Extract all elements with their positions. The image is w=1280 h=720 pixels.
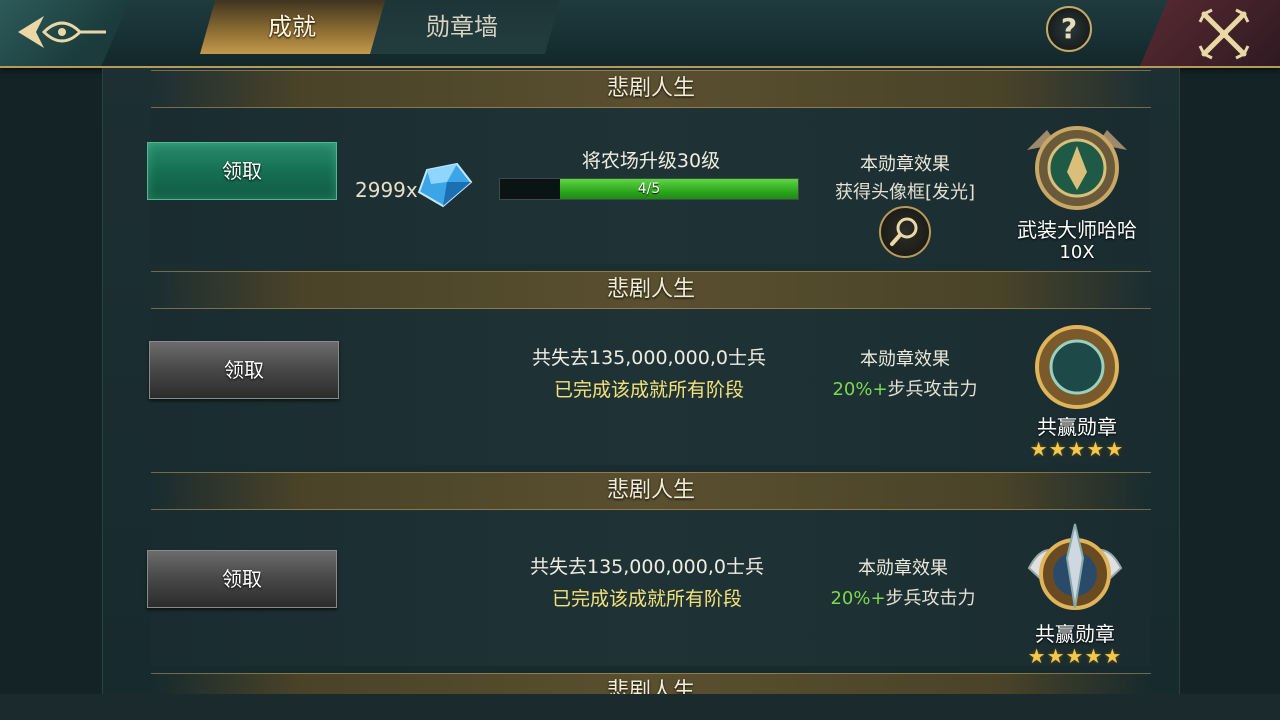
- top-bar: 成就 勋章墙 ?: [0, 0, 1280, 68]
- effect-stat: 步兵攻击力: [885, 588, 976, 609]
- star-rating: ★★★★★: [1029, 437, 1125, 461]
- effect-title: 本勋章效果: [860, 154, 950, 175]
- effect-description: 20%+步兵攻击力: [813, 584, 993, 610]
- blue-gem-icon: [417, 162, 473, 208]
- achievement-row: 领取 共失去135,000,000,0士兵 已完成该成就所有阶段 本勋章效果 2…: [149, 309, 1151, 465]
- section-banner: 悲剧人生: [151, 271, 1151, 309]
- effect-stat: 步兵攻击力: [887, 379, 978, 400]
- tab-achievements-label: 成就: [268, 13, 316, 41]
- preview-button[interactable]: [879, 206, 931, 258]
- effect-value: 20%+: [830, 588, 886, 609]
- medal-count: 10X: [1059, 242, 1095, 263]
- claim-button[interactable]: 领取: [147, 142, 337, 200]
- close-icon: [1198, 8, 1250, 60]
- achievement-task: 将农场升级30级: [581, 150, 721, 172]
- achievement-task: 共失去135,000,000,0士兵: [531, 347, 766, 369]
- effect-value: 20%+: [832, 379, 888, 400]
- medal-icon: [1027, 523, 1123, 610]
- completed-text: 已完成该成就所有阶段: [551, 588, 742, 610]
- reward-quantity: 2999x: [355, 178, 418, 202]
- claim-button[interactable]: 领取: [147, 550, 337, 608]
- tab-medal-wall[interactable]: 勋章墙: [370, 0, 560, 54]
- medal-icon: [1027, 126, 1127, 210]
- medal-icon: [1035, 325, 1119, 409]
- progress-bar: 4/5: [499, 178, 799, 200]
- completed-text: 已完成该成就所有阶段: [553, 379, 744, 401]
- achievement-row: 领取 2999x 将农场升级30级 4/5 本勋章效果 获得头像框[发光] 武装…: [147, 108, 1151, 264]
- achievement-task: 共失去135,000,000,0士兵: [529, 556, 764, 578]
- medal-name: 共赢勋章: [1037, 415, 1117, 439]
- effect-description: 获得头像框[发光]: [834, 182, 976, 203]
- claim-button[interactable]: 领取: [149, 341, 339, 399]
- tab-achievements[interactable]: 成就: [200, 0, 390, 54]
- magnifier-icon: [890, 217, 918, 246]
- help-button[interactable]: ?: [1046, 6, 1092, 52]
- achievement-row: 领取 共失去135,000,000,0士兵 已完成该成就所有阶段 本勋章效果 2…: [147, 510, 1151, 668]
- tab-medal-wall-label: 勋章墙: [426, 13, 498, 41]
- medal-name: 共赢勋章: [1035, 622, 1115, 646]
- back-ornament[interactable]: [0, 0, 130, 66]
- progress-text: 4/5: [637, 181, 661, 197]
- section-banner: 悲剧人生: [151, 673, 1151, 694]
- effect-title: 本勋章效果: [858, 558, 948, 579]
- bottom-strip: [0, 694, 1280, 720]
- effect-title: 本勋章效果: [860, 349, 950, 370]
- section-banner: 悲剧人生: [151, 472, 1151, 510]
- medal-name: 武装大师哈哈: [1017, 218, 1137, 242]
- effect-description: 20%+步兵攻击力: [815, 375, 995, 401]
- back-arrow-icon: [18, 16, 106, 48]
- achievement-panel: 悲剧人生 领取 2999x 将农场升级30级 4/5 本勋章效果 获得头像框[发…: [102, 68, 1180, 694]
- star-rating: ★★★★★: [1027, 644, 1123, 668]
- close-button[interactable]: [1196, 6, 1252, 62]
- section-banner: 悲剧人生: [151, 70, 1151, 108]
